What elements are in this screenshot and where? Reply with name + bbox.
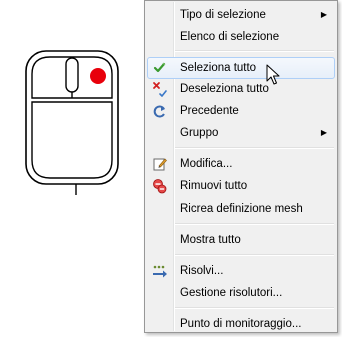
menu-separator bbox=[175, 254, 334, 256]
menu-item-label: Modifica... bbox=[180, 158, 233, 170]
check-green-icon bbox=[153, 62, 166, 73]
menu-item-label: Punto di monitoraggio... bbox=[180, 318, 302, 330]
menu-item-label: Gestione risolutori... bbox=[180, 287, 283, 299]
menu-item-label: Elenco di selezione bbox=[180, 31, 280, 43]
screenshot-stage: Tipo di selezione ▶ Elenco di selezione … bbox=[0, 0, 342, 337]
deselect-red-x-icon bbox=[153, 82, 167, 97]
remove-all-icon bbox=[153, 179, 167, 194]
menu-item-label: Mostra tutto bbox=[180, 234, 241, 246]
submenu-arrow-icon: ▶ bbox=[320, 128, 327, 137]
mouse-pointer-icon bbox=[266, 64, 280, 85]
menu-separator bbox=[175, 147, 334, 149]
menu-item-precedente[interactable]: Precedente bbox=[147, 100, 335, 122]
menu-item-gestione-risolutori[interactable]: Gestione risolutori... bbox=[147, 282, 335, 304]
menu-item-risolvi[interactable]: Risolvi... bbox=[147, 260, 335, 282]
menu-separator bbox=[175, 50, 334, 52]
menu-separator bbox=[175, 223, 334, 225]
mouse-right-click-icon bbox=[25, 50, 119, 195]
menu-item-modifica[interactable]: Modifica... bbox=[147, 153, 335, 175]
right-button-marker bbox=[90, 68, 106, 84]
menu-item-ricrea-definizione-mesh[interactable]: Ricrea definizione mesh bbox=[147, 198, 335, 220]
edit-pencil-icon bbox=[153, 158, 167, 171]
menu-item-seleziona-tutto[interactable]: Seleziona tutto bbox=[147, 57, 335, 79]
solve-icon bbox=[153, 265, 167, 278]
menu-item-label: Gruppo bbox=[180, 127, 219, 139]
menu-item-elenco-di-selezione[interactable]: Elenco di selezione bbox=[147, 26, 335, 48]
menu-item-punto-di-monitoraggio[interactable]: Punto di monitoraggio... bbox=[147, 313, 335, 335]
menu-item-gruppo[interactable]: Gruppo ▶ bbox=[147, 122, 335, 144]
context-menu: Tipo di selezione ▶ Elenco di selezione … bbox=[144, 0, 338, 333]
menu-item-label: Tipo di selezione bbox=[180, 9, 266, 21]
menu-item-label: Rimuovi tutto bbox=[180, 180, 248, 192]
menu-separator bbox=[175, 307, 334, 309]
menu-item-label: Seleziona tutto bbox=[180, 62, 257, 74]
menu-item-rimuovi-tutto[interactable]: Rimuovi tutto bbox=[147, 175, 335, 197]
menu-item-mostra-tutto[interactable]: Mostra tutto bbox=[147, 229, 335, 251]
menu-item-tipo-di-selezione[interactable]: Tipo di selezione ▶ bbox=[147, 4, 335, 26]
menu-item-deseleziona-tutto[interactable]: Deseleziona tutto bbox=[147, 78, 335, 100]
menu-item-label: Ricrea definizione mesh bbox=[180, 203, 303, 215]
previous-arrow-icon bbox=[153, 105, 165, 118]
menu-item-label: Precedente bbox=[180, 105, 239, 117]
menu-item-label: Deseleziona tutto bbox=[180, 83, 269, 95]
submenu-arrow-icon: ▶ bbox=[320, 10, 327, 19]
menu-item-label: Risolvi... bbox=[180, 265, 224, 277]
